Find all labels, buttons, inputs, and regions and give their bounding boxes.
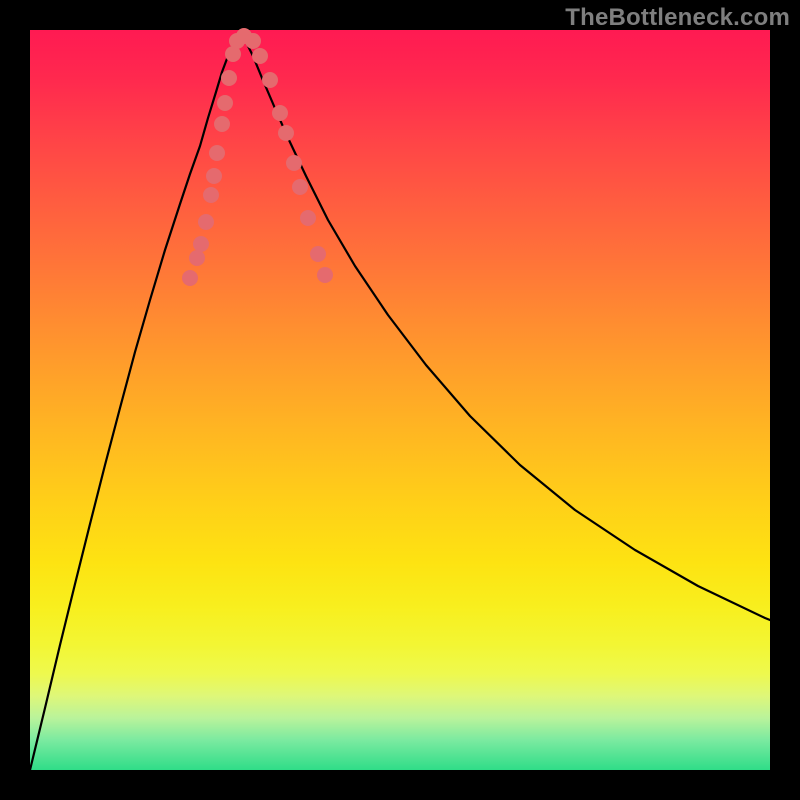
marker-dot: [262, 72, 278, 88]
marker-dot: [286, 155, 302, 171]
marker-dot: [278, 125, 294, 141]
marker-dot: [252, 48, 268, 64]
marker-dot: [217, 95, 233, 111]
marker-dot: [209, 145, 225, 161]
marker-dot: [317, 267, 333, 283]
bottleneck-curve: [30, 32, 770, 770]
marker-dot: [193, 236, 209, 252]
marker-dot: [292, 179, 308, 195]
marker-dot: [272, 105, 288, 121]
marker-dot: [310, 246, 326, 262]
marker-dot: [206, 168, 222, 184]
watermark-text: TheBottleneck.com: [565, 4, 790, 32]
marker-dot: [245, 33, 261, 49]
marker-dot: [198, 214, 214, 230]
curve-right-branch: [240, 32, 770, 620]
marker-dot: [189, 250, 205, 266]
plot-area: [30, 30, 770, 770]
marker-dot: [221, 70, 237, 86]
chart-svg: [30, 30, 770, 770]
outer-frame: TheBottleneck.com: [0, 0, 800, 800]
curve-left-branch: [30, 32, 240, 770]
marker-dot: [214, 116, 230, 132]
marker-dot: [182, 270, 198, 286]
marker-dot: [203, 187, 219, 203]
marker-dot: [300, 210, 316, 226]
